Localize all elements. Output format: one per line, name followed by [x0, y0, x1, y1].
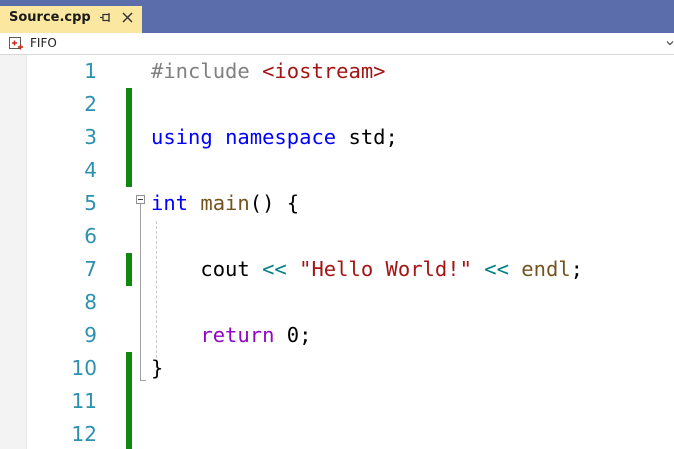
selection-margin[interactable]	[0, 55, 27, 449]
pin-icon[interactable]	[99, 11, 112, 24]
code-line-3[interactable]: using namespace std;	[151, 121, 398, 154]
stream-operator: <<	[262, 257, 287, 281]
line-number-gutter[interactable]: 1 2 3 4 5 6 7 8 9 10 11 12	[27, 55, 122, 449]
keyword-using: using	[151, 125, 213, 149]
navigation-bar: FIFO	[0, 33, 674, 55]
include-header: <iostream>	[262, 59, 386, 83]
line-number: 10	[71, 356, 97, 380]
outline-bracket-end	[140, 380, 146, 381]
line-number: 2	[84, 92, 97, 116]
code-line-10[interactable]: }	[151, 352, 163, 385]
line-number: 3	[84, 125, 97, 149]
chevron-down-icon[interactable]	[666, 39, 674, 47]
line-number: 9	[84, 323, 97, 347]
number-literal: 0	[286, 323, 300, 347]
line-number: 5	[84, 191, 97, 215]
code-line-7[interactable]: cout << "Hello World!" << endl;	[151, 253, 583, 286]
tab-source-cpp[interactable]: Source.cpp	[0, 6, 142, 33]
collapse-outline-icon[interactable]	[136, 195, 145, 204]
identifier-endl: endl	[521, 257, 571, 281]
change-indicator	[126, 352, 132, 449]
line-number: 6	[84, 224, 97, 248]
code-line-1[interactable]: #include <iostream>	[151, 55, 386, 88]
code-line-5[interactable]: int main() {	[151, 187, 299, 220]
line-number: 7	[84, 257, 97, 281]
line-number: 1	[84, 59, 97, 83]
keyword-int: int	[151, 191, 189, 215]
preprocessor-directive: #include	[151, 59, 250, 83]
code-line-9[interactable]: return 0;	[151, 319, 311, 352]
stream-operator: <<	[484, 257, 509, 281]
document-tab-strip: Source.cpp	[0, 0, 674, 33]
change-indicator	[126, 88, 132, 187]
project-dropdown-label[interactable]: FIFO	[30, 36, 57, 50]
project-icon	[9, 37, 23, 50]
close-brace: }	[151, 356, 164, 380]
line-number: 12	[71, 422, 97, 446]
tab-title: Source.cpp	[9, 10, 91, 25]
keyword-namespace: namespace	[225, 125, 337, 149]
editor-window: Source.cpp FIFO 1 2 3 4 5 6 7 8 9 10 11 …	[0, 0, 674, 449]
function-name: main	[200, 191, 250, 215]
change-indicator	[126, 253, 132, 286]
close-icon[interactable]	[121, 11, 134, 24]
outline-bracket	[140, 204, 141, 380]
code-editor[interactable]: 1 2 3 4 5 6 7 8 9 10 11 12 #include <ios…	[0, 55, 674, 449]
line-number: 4	[84, 158, 97, 182]
keyword-return: return	[200, 323, 275, 347]
line-number: 11	[71, 389, 97, 413]
open-brace: {	[286, 191, 300, 215]
namespace-name: std	[348, 125, 386, 149]
string-literal: "Hello World!"	[299, 257, 472, 281]
line-number: 8	[84, 290, 97, 314]
identifier-cout: cout	[200, 257, 250, 281]
